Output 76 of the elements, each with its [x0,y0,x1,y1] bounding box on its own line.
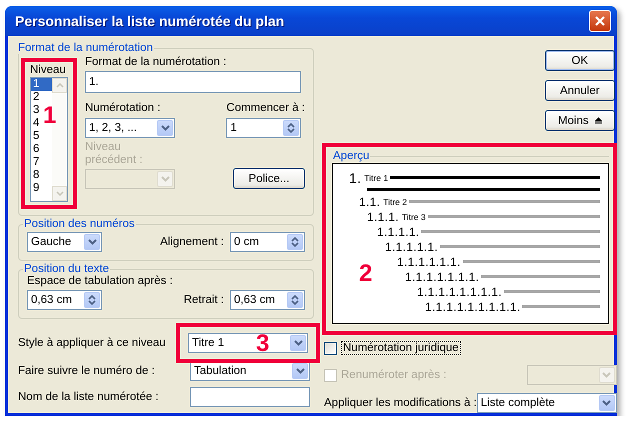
chevron-down-icon [294,340,302,346]
group-title: Position des numéros [23,218,136,230]
chevron-down-icon [602,372,612,378]
list-item[interactable]: 1 [31,78,52,91]
dropdown[interactable]: 1, 2, 3, ... [85,118,175,138]
close-icon [594,15,606,27]
dropdown[interactable]: Gauche [27,232,102,252]
annotation-number: 2 [359,262,372,286]
scroll-down-button[interactable] [52,186,67,201]
field-label: Faire suivre le numéro de : [18,365,155,377]
preview-number: 1.1. [359,194,380,208]
preview-number: 1.1.1.1.1.1.1.1.1. [425,300,520,314]
preview-number: 1.1.1. [367,210,399,224]
spin-arrows-icon [291,294,299,306]
scroll-up-button[interactable] [52,78,67,93]
field-label: Alignement : [160,236,224,248]
spin-arrows-icon [88,294,96,306]
spin-field[interactable]: 0 cm [230,232,305,252]
dialog-button[interactable]: OK [544,50,615,71]
preview-number: 1.1.1.1.1.1. [397,254,461,268]
list-item[interactable]: 8 [31,169,52,182]
text-field[interactable] [190,387,310,407]
field-label: Format de la numérotation : [85,56,228,68]
list-item[interactable]: 6 [31,143,52,156]
spin-arrows-icon [291,236,299,248]
field-label: Numérotation : [85,102,162,114]
preview-number: 1.1.1.1. [377,224,420,238]
dialog-button[interactable]: Annuler [544,80,615,101]
field-label: Espace de tabulation après : [27,275,174,287]
spin-field[interactable]: 1 [226,118,302,138]
checkbox-label: Renuméroter après : [341,369,446,381]
spin-field[interactable]: 0,63 cm [230,290,305,310]
preview-number: 1.1.1.1.1. [385,240,438,254]
group-title: Aperçu [332,150,370,162]
spin-arrows-icon [287,122,296,134]
preview-number: 1.1.1.1.1.1.1. [405,270,480,284]
chevron-down-icon [296,368,304,374]
chevron-up-icon [56,83,64,88]
annotation-number: 3 [256,332,270,356]
list-item[interactable]: 7 [31,156,52,169]
field-label: Niveau [30,64,66,76]
dropdown[interactable] [85,169,175,189]
preview-heading: Titre 2 [383,196,407,206]
annotation-number: 1 [43,104,56,128]
preview-number: 1. [349,170,362,186]
dropdown[interactable]: Liste complète [476,393,617,413]
dialog-button[interactable]: Moins [544,110,615,131]
window-title: Personnaliser la liste numérotée du plan [15,13,284,29]
chevron-down-icon [160,125,170,131]
group-title: Format de la numérotation [17,42,154,54]
checkbox[interactable] [324,342,337,354]
chevron-down-icon [160,176,170,182]
close-button[interactable] [589,10,611,32]
preview-heading: Titre 3 [402,212,426,222]
collapse-icon [594,117,602,124]
dropdown[interactable]: Tabulation [190,361,310,381]
chevron-down-icon [602,400,612,406]
field-label: Niveau précédent : [85,141,144,167]
field-label: Appliquer les modifications à : [324,397,477,409]
list-item[interactable]: 9 [31,182,52,195]
checkbox-label: Numérotation juridique [341,341,461,355]
spin-field[interactable]: 0,63 cm [27,290,102,310]
chevron-down-icon [88,239,96,245]
text-field[interactable]: 1. [85,71,301,93]
chevron-down-icon [56,191,64,196]
preview-number: 1.1.1.1.1.1.1.1. [417,284,502,298]
list-item[interactable]: 2 [31,91,52,104]
list-item[interactable]: 5 [31,130,52,143]
field-label: Nom de la liste numérotée : [18,391,159,403]
field-label: Style à appliquer à ce niveau [18,337,166,349]
dropdown[interactable] [526,365,617,385]
field-label: Retrait : [184,294,224,306]
font-button[interactable]: Police... [233,168,305,189]
group-title: Position du texte [23,263,110,275]
preview-heading: Titre 1 [364,172,388,182]
field-label: Commencer à : [226,102,305,114]
